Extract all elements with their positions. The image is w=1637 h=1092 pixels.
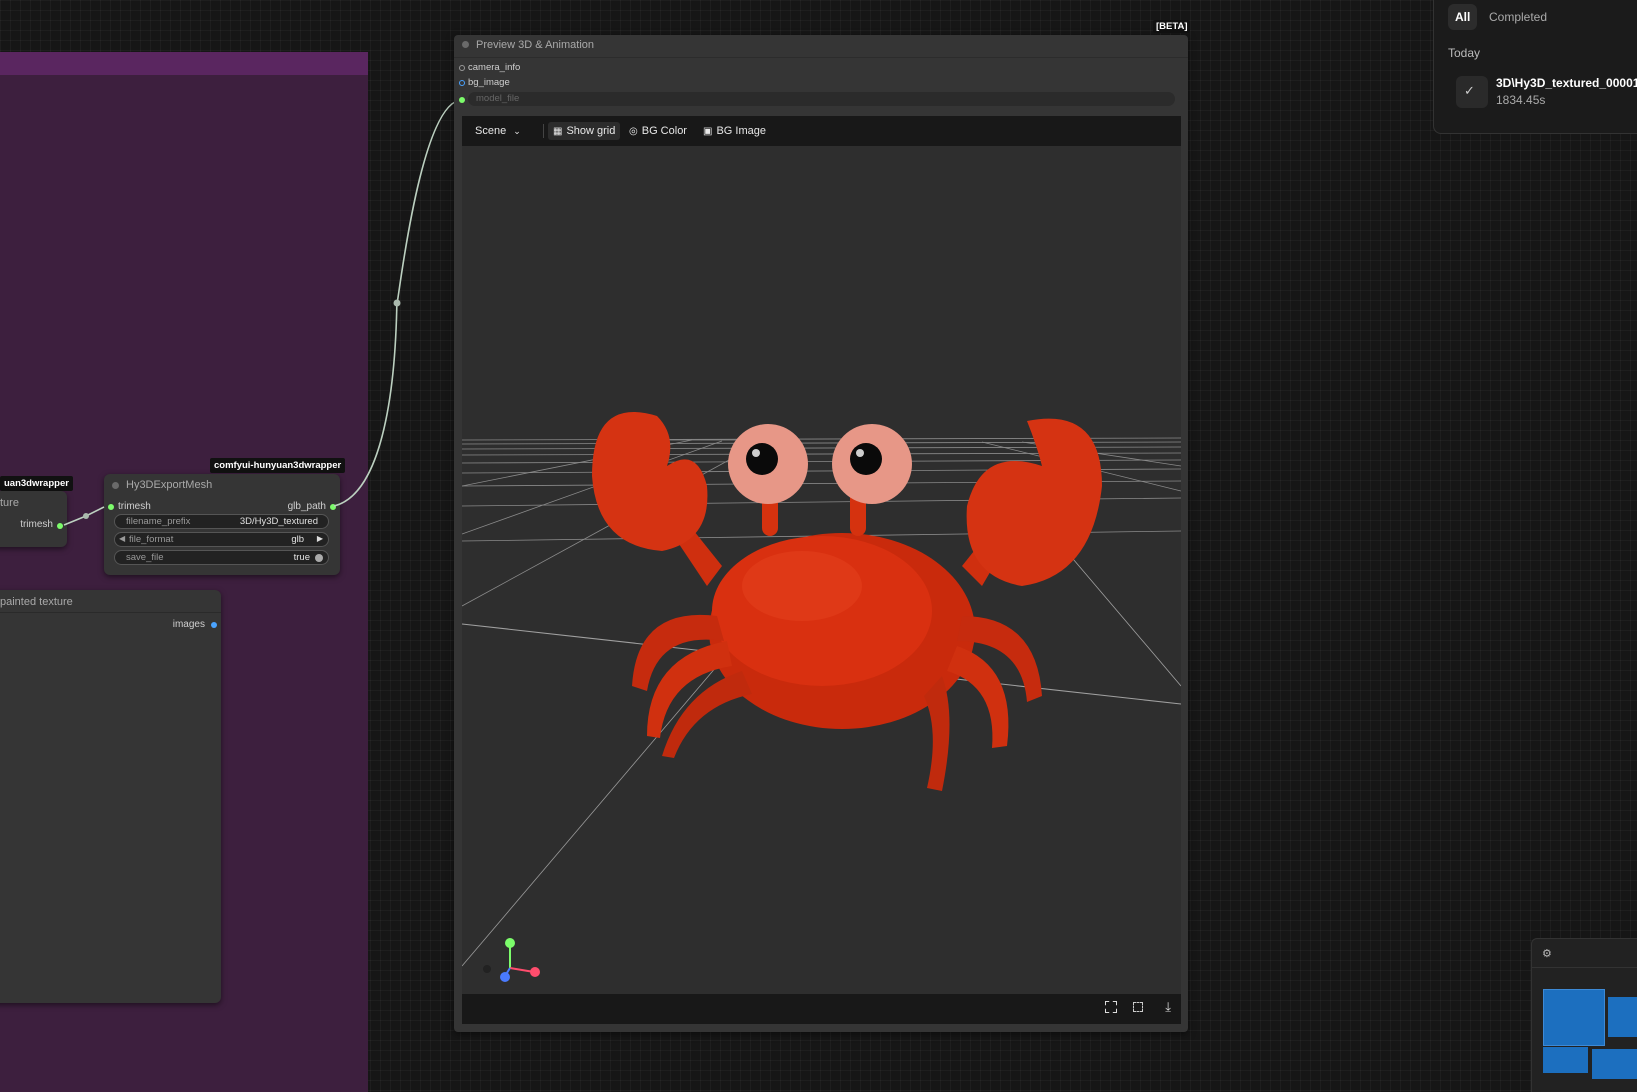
crab-model xyxy=(592,412,1102,791)
tab-all[interactable]: All xyxy=(1448,4,1478,30)
queue-item-title[interactable]: 3D\Hy3D_textured_00001 xyxy=(1496,76,1637,90)
axes-gizmo xyxy=(483,938,540,982)
viewer-toolbar: Scene ⌄ ▦ Show grid ◎ BG Color ▣ BG Image xyxy=(462,116,1181,146)
minimap-node xyxy=(1543,989,1605,1046)
minimap-node xyxy=(1608,997,1637,1037)
grid-icon: ▦ xyxy=(553,126,563,137)
section-today: Today xyxy=(1448,46,1481,60)
fullscreen-icon[interactable] xyxy=(1133,1002,1143,1012)
tab-completed[interactable]: Completed xyxy=(1489,4,1547,30)
fit-view-icon[interactable] xyxy=(1105,1001,1117,1013)
check-double-icon: ✓ xyxy=(1464,83,1475,98)
scene-dropdown[interactable]: Scene ⌄ xyxy=(470,122,526,140)
link-midpoint xyxy=(393,299,401,307)
queue-item-thumbnail[interactable]: ✓ xyxy=(1456,76,1488,108)
chevron-down-icon: ⌄ xyxy=(513,126,521,136)
bg-image-button[interactable]: ▣ BG Image xyxy=(698,122,771,140)
input-slot-label: bg_image xyxy=(468,77,510,88)
preview-3d-node[interactable]: Preview 3D & Animation camera_info bg_im… xyxy=(454,35,1188,1032)
show-grid-button[interactable]: ▦ Show grid xyxy=(548,122,621,140)
input-slot-label: camera_info xyxy=(468,62,521,73)
minimap-node xyxy=(1543,1047,1588,1073)
queue-item-duration: 1834.45s xyxy=(1496,93,1546,107)
input-slot-dot[interactable] xyxy=(459,97,465,103)
settings-sliders-icon[interactable]: ⚙ xyxy=(1542,947,1552,960)
palette-icon: ◎ xyxy=(629,126,638,137)
3d-viewport[interactable]: Scene ⌄ ▦ Show grid ◎ BG Color ▣ BG Image xyxy=(462,116,1181,1024)
minimap-node xyxy=(1592,1049,1637,1079)
node-status-dot xyxy=(462,41,469,48)
image-icon: ▣ xyxy=(703,126,713,137)
input-slot-dot[interactable] xyxy=(459,80,465,86)
model-file-input[interactable]: model_file xyxy=(468,92,1175,106)
queue-panel: All Completed Today ✓ 3D\Hy3D_textured_0… xyxy=(1433,0,1637,134)
3d-scene xyxy=(462,412,1181,982)
graph-canvas[interactable]: uan3dwrapper ture trimesh painted textur… xyxy=(0,0,1637,1092)
input-slot-dot[interactable] xyxy=(459,65,465,71)
download-icon[interactable]: ⤓ xyxy=(1165,999,1171,1015)
minimap[interactable]: ⚙ xyxy=(1531,938,1637,1092)
bg-color-button[interactable]: ◎ BG Color xyxy=(624,122,692,140)
beta-badge: [BETA] xyxy=(1153,20,1191,33)
link-midpoint xyxy=(83,513,89,519)
viewer-bottom-bar: ⤓ xyxy=(462,994,1181,1024)
node-title: Preview 3D & Animation xyxy=(476,39,594,51)
